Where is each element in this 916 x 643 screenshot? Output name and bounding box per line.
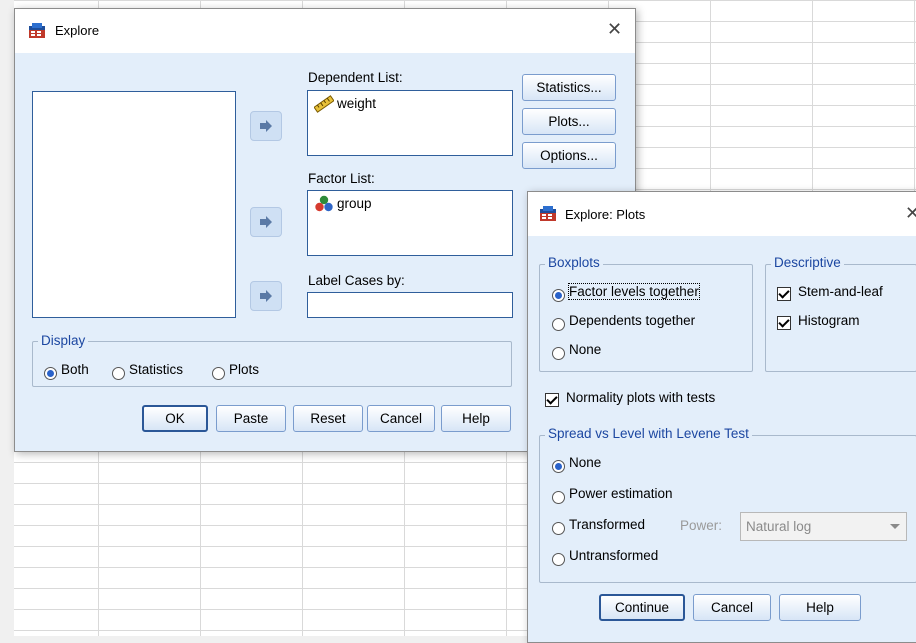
explore-titlebar[interactable]: Explore ✕ [15,9,635,53]
spread-transformed-label[interactable]: Transformed [569,517,645,532]
ok-button[interactable]: OK [142,405,208,432]
power-dropdown[interactable]: Natural log [740,512,907,541]
chevron-down-icon [890,524,900,529]
plots-body: Boxplots Factor levels together Dependen… [528,236,916,642]
display-both-label[interactable]: Both [61,362,89,377]
help-button[interactable]: Help [441,405,511,432]
spread-none-radio[interactable] [552,460,565,473]
boxplots-none-radio[interactable] [552,347,565,360]
display-plots-label[interactable]: Plots [229,362,259,377]
close-icon[interactable]: ✕ [905,203,916,224]
plots-dialog: Explore: Plots ✕ Boxplots Factor levels … [527,191,916,643]
boxplots-factor-levels-radio[interactable] [552,289,565,302]
plots-cancel-button[interactable]: Cancel [693,594,771,621]
ruler-icon [314,95,334,113]
source-variable-list[interactable] [32,91,236,318]
right-arrow-icon [260,120,272,132]
factor-list-label: Factor List: [308,171,375,186]
label-cases-label: Label Cases by: [308,273,405,288]
options-button[interactable]: Options... [522,142,616,169]
spss-dialog-icon [540,206,556,221]
descriptive-group-label: Descriptive [771,255,844,270]
plots-title: Explore: Plots [565,207,646,222]
display-group [32,341,512,387]
display-group-label: Display [38,333,89,348]
cancel-button[interactable]: Cancel [367,405,435,432]
right-arrow-icon [260,290,272,302]
window-left-edge [0,0,14,636]
spread-power-estimation-label[interactable]: Power estimation [569,486,673,501]
move-to-factor-button[interactable] [250,207,282,237]
boxplots-none-label[interactable]: None [569,342,601,357]
boxplots-factor-levels-label[interactable]: Factor levels together [568,283,700,300]
dependent-list[interactable]: weight [307,90,513,156]
stem-and-leaf-label[interactable]: Stem-and-leaf [798,284,883,299]
histogram-label[interactable]: Histogram [798,313,860,328]
factor-item[interactable]: group [337,196,372,211]
dependent-item[interactable]: weight [337,96,376,111]
three-circles-icon [315,195,333,212]
boxplots-dependents-radio[interactable] [552,318,565,331]
continue-button[interactable]: Continue [599,594,685,621]
reset-button[interactable]: Reset [293,405,363,432]
histogram-checkbox[interactable] [777,316,791,330]
spread-level-group-label: Spread vs Level with Levene Test [545,426,752,441]
boxplots-group-label: Boxplots [545,255,603,270]
move-to-label-cases-button[interactable] [250,281,282,311]
plots-titlebar[interactable]: Explore: Plots ✕ [528,192,916,236]
move-to-dependent-button[interactable] [250,111,282,141]
spread-transformed-radio[interactable] [552,522,565,535]
statistics-button[interactable]: Statistics... [522,74,616,101]
right-arrow-icon [260,216,272,228]
spread-none-label[interactable]: None [569,455,601,470]
spss-dialog-icon [29,23,45,38]
spread-power-estimation-radio[interactable] [552,491,565,504]
display-statistics-radio[interactable] [112,367,125,380]
power-label: Power: [680,518,723,533]
dependent-list-label: Dependent List: [308,70,403,85]
spread-untransformed-radio[interactable] [552,553,565,566]
display-plots-radio[interactable] [212,367,225,380]
display-both-radio[interactable] [44,367,57,380]
label-cases-field[interactable] [307,292,513,318]
explore-title: Explore [55,23,100,38]
paste-button[interactable]: Paste [216,405,286,432]
power-dropdown-value: Natural log [746,519,812,534]
factor-list[interactable]: group [307,190,513,256]
boxplots-dependents-label[interactable]: Dependents together [569,313,695,328]
stem-and-leaf-checkbox[interactable] [777,287,791,301]
spread-untransformed-label[interactable]: Untransformed [569,548,658,563]
plots-help-button[interactable]: Help [779,594,861,621]
normality-checkbox[interactable] [545,393,559,407]
close-icon[interactable]: ✕ [607,19,622,40]
display-statistics-label[interactable]: Statistics [129,362,183,377]
normality-label[interactable]: Normality plots with tests [566,390,715,405]
plots-button[interactable]: Plots... [522,108,616,135]
